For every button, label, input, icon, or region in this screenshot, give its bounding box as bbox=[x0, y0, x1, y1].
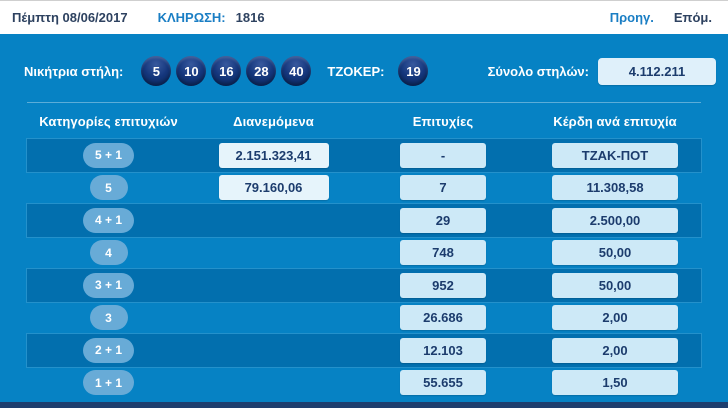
topbar: Πέμπτη 08/06/2017 ΚΛΗΡΩΣΗ: 1816 Προηγ. Ε… bbox=[0, 1, 728, 34]
previous-draw-link[interactable]: Προηγ. bbox=[610, 10, 654, 25]
prize-value: ΤΖΑΚ-ΠΟΤ bbox=[552, 143, 678, 168]
table-row: 5 + 1 2.151.323,41 - ΤΖΑΚ-ΠΟΤ bbox=[27, 139, 701, 172]
winners-value: 7 bbox=[400, 175, 486, 200]
table-row: 4 748 50,00 bbox=[27, 237, 701, 270]
winning-balls: 510162840 bbox=[141, 56, 311, 86]
prize-value: 11.308,58 bbox=[552, 175, 678, 200]
draw-date: Πέμπτη 08/06/2017 bbox=[12, 10, 128, 25]
prize-value: 50,00 bbox=[552, 273, 678, 298]
joker-results-widget: Πέμπτη 08/06/2017 ΚΛΗΡΩΣΗ: 1816 Προηγ. Ε… bbox=[0, 0, 728, 408]
total-columns-label: Σύνολο στηλών: bbox=[488, 64, 589, 79]
prize-value: 1,50 bbox=[552, 370, 678, 395]
joker-label: ΤΖΟΚΕΡ: bbox=[327, 64, 384, 79]
header-winners: Επιτυχίες bbox=[357, 114, 529, 129]
total-columns-group: Σύνολο στηλών: 4.112.211 bbox=[488, 58, 716, 85]
lottery-ball: 10 bbox=[176, 56, 206, 86]
category-badge: 1 + 1 bbox=[83, 370, 134, 395]
category-badge: 5 bbox=[90, 175, 128, 200]
header-categories: Κατηγορίες επιτυχιών bbox=[27, 114, 190, 129]
category-badge: 4 + 1 bbox=[83, 208, 134, 233]
winners-value: 26.686 bbox=[400, 305, 486, 330]
next-draw-link[interactable]: Επόμ. bbox=[674, 10, 712, 25]
table-row: 5 79.160,06 7 11.308,58 bbox=[27, 172, 701, 205]
winners-value: - bbox=[400, 143, 486, 168]
table-row: 4 + 1 29 2.500,00 bbox=[27, 204, 701, 237]
footer-bar bbox=[0, 402, 728, 408]
table-row: 2 + 1 12.103 2,00 bbox=[27, 334, 701, 367]
winners-value: 12.103 bbox=[400, 338, 486, 363]
prize-value: 50,00 bbox=[552, 240, 678, 265]
lottery-ball: 5 bbox=[141, 56, 171, 86]
winners-value: 952 bbox=[400, 273, 486, 298]
distributed-value: 79.160,06 bbox=[219, 175, 329, 200]
category-badge: 4 bbox=[90, 240, 128, 265]
winners-value: 29 bbox=[400, 208, 486, 233]
draw-label: ΚΛΗΡΩΣΗ: bbox=[158, 10, 226, 25]
header-prize: Κέρδη ανά επιτυχία bbox=[529, 114, 701, 129]
prize-value: 2,00 bbox=[552, 305, 678, 330]
draw-navigation: Προηγ. Επόμ. bbox=[610, 10, 712, 25]
table-header-row: Κατηγορίες επιτυχιών Διανεμόμενα Επιτυχί… bbox=[27, 103, 701, 139]
lottery-ball: 16 bbox=[211, 56, 241, 86]
table-row: 3 + 1 952 50,00 bbox=[27, 269, 701, 302]
winning-column-label: Νικήτρια στήλη: bbox=[24, 64, 123, 79]
results-panel: Νικήτρια στήλη: 510162840 ΤΖΟΚΕΡ: 19 Σύν… bbox=[0, 34, 728, 408]
lottery-ball: 28 bbox=[246, 56, 276, 86]
category-badge: 2 + 1 bbox=[83, 338, 134, 363]
category-badge: 3 + 1 bbox=[83, 273, 134, 298]
category-badge: 5 + 1 bbox=[83, 143, 134, 168]
total-columns-value: 4.112.211 bbox=[598, 58, 716, 85]
distributed-value: 2.151.323,41 bbox=[219, 143, 329, 168]
joker-ball: 19 bbox=[398, 56, 428, 86]
category-badge: 3 bbox=[90, 305, 128, 330]
prize-table-body: 5 + 1 2.151.323,41 - ΤΖΑΚ-ΠΟΤ 5 79.160,0… bbox=[0, 139, 728, 399]
table-row: 1 + 1 55.655 1,50 bbox=[27, 367, 701, 400]
draw-number: 1816 bbox=[236, 10, 265, 25]
winners-value: 748 bbox=[400, 240, 486, 265]
winners-value: 55.655 bbox=[400, 370, 486, 395]
prize-value: 2,00 bbox=[552, 338, 678, 363]
winning-numbers-row: Νικήτρια στήλη: 510162840 ΤΖΟΚΕΡ: 19 Σύν… bbox=[0, 34, 728, 89]
prize-value: 2.500,00 bbox=[552, 208, 678, 233]
table-row: 3 26.686 2,00 bbox=[27, 302, 701, 335]
lottery-ball: 40 bbox=[281, 56, 311, 86]
header-distributed: Διανεμόμενα bbox=[190, 114, 357, 129]
